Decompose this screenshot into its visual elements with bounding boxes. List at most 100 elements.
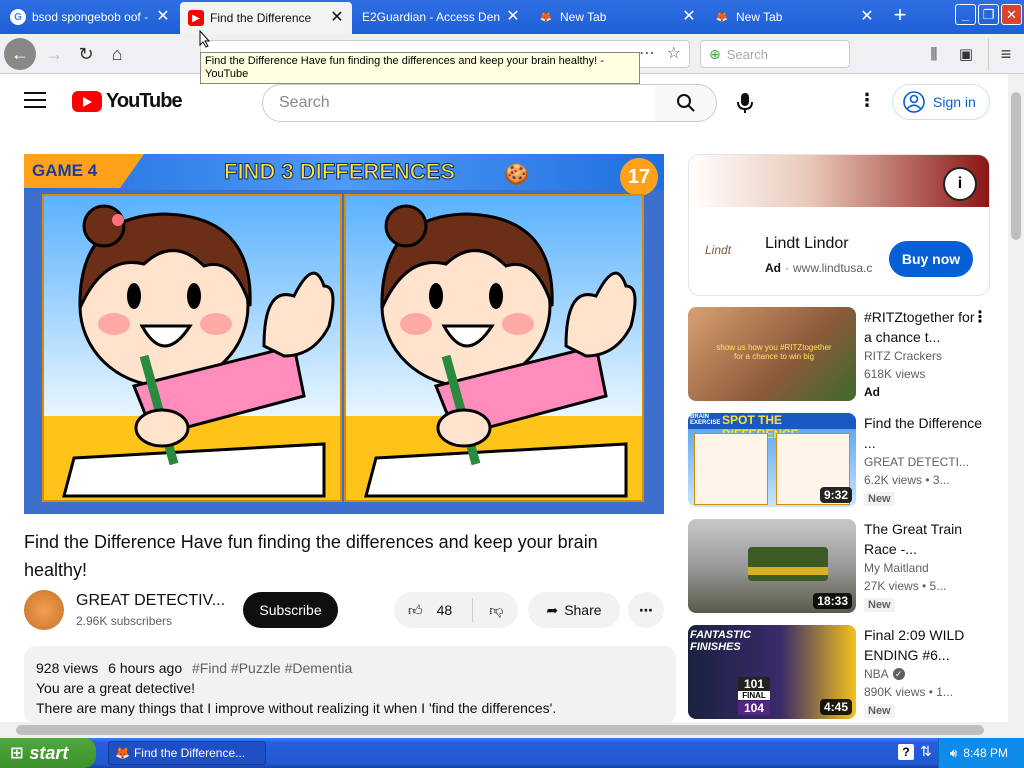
recommendation-item[interactable]: show us how you #RITZtogether for a chan… [688, 307, 1008, 403]
like-count[interactable]: 48 [437, 602, 453, 618]
home-icon[interactable]: ⌂ [101, 38, 133, 70]
upload-age: 6 hours ago [108, 660, 183, 676]
youtube-search-input[interactable]: Search [262, 84, 656, 122]
volume-icon[interactable]: 🔊︎ [950, 746, 958, 761]
search-icon [676, 94, 695, 112]
video-thumbnail[interactable]: show us how you #RITZtogether for a chan… [688, 307, 856, 401]
tab-new-tab-2[interactable]: 🦊 New Tab ✕ [706, 3, 882, 31]
puzzle-number-badge: 17 [620, 158, 658, 196]
recommendation-title[interactable]: Find the Difference ... [864, 413, 984, 453]
tab-title: New Tab [736, 10, 783, 24]
subscribe-button[interactable]: Subscribe [243, 592, 338, 628]
video-duration: 18:33 [813, 593, 852, 609]
lindt-logo: Lindt [705, 243, 732, 257]
horizontal-scrollbar[interactable] [0, 722, 1008, 738]
youtube-logo[interactable]: YouTube [72, 90, 183, 113]
close-window-button[interactable]: ✕ [1001, 4, 1022, 25]
forward-arrow-icon[interactable]: → [38, 38, 70, 70]
hashtags[interactable]: #Find #Puzzle #Dementia [192, 660, 352, 676]
sidebar-ad-card[interactable]: i Lindt Lindt Lindor Ad · www.lindtusa.c… [688, 154, 990, 296]
video-thumbnail[interactable]: 18:33 [688, 519, 856, 613]
girl-drawing-illustration [62, 204, 335, 498]
thumbs-up-icon[interactable]: 👍︎ [408, 602, 423, 619]
back-arrow-icon[interactable]: ← [4, 38, 36, 70]
channel-avatar[interactable] [24, 590, 64, 630]
close-tab-icon[interactable]: ✕ [860, 9, 874, 25]
mouse-cursor-icon [199, 30, 211, 48]
taskbar-window-button[interactable]: 🦊 Find the Difference... [108, 741, 266, 765]
video-player[interactable]: GAME 4 FIND 3 DIFFERENCES 🍪 17 [24, 154, 664, 514]
search-placeholder: Search [726, 46, 768, 62]
view-count: 928 views [36, 660, 99, 676]
recommendation-item[interactable]: 18:33 The Great Train Race -... My Maitl… [688, 519, 1008, 615]
new-badge: New [864, 492, 895, 506]
recommendation-title[interactable]: The Great Train Race -... [864, 519, 984, 559]
ad-brand: Lindt Lindor [765, 235, 849, 252]
video-duration: 4:45 [819, 699, 852, 715]
google-g-icon: G [10, 9, 26, 25]
more-options-icon[interactable]: ⋮ [858, 90, 876, 111]
menu-hamburger-icon[interactable]: ≡ [990, 38, 1022, 70]
guide-menu-icon[interactable] [24, 92, 46, 108]
description-box[interactable]: 928 views 6 hours ago #Find #Puzzle #Dem… [24, 646, 676, 724]
share-arrow-icon: ➦ [546, 601, 559, 618]
video-thumbnail[interactable]: BRAIN EXERCISE SPOT THE DIFFERENCE 9:32 [688, 413, 856, 507]
reload-icon[interactable]: ↻ [70, 38, 102, 70]
start-button[interactable]: ⊞ start [0, 738, 96, 768]
scrollbar-thumb[interactable] [16, 725, 984, 735]
recommendation-item[interactable]: BRAIN EXERCISE SPOT THE DIFFERENCE 9:32 … [688, 413, 1008, 509]
recommendation-title[interactable]: #RITZtogether for a chance t... [864, 307, 984, 347]
recommendation-channel: My Maitland [864, 561, 929, 575]
tab-google-search[interactable]: G bsod spongebob oof - G ✕ [2, 3, 178, 31]
recommendation-item[interactable]: FANTASTIC FINISHES 101 FINAL 104 4:45 Fi… [688, 625, 1008, 721]
channel-name[interactable]: GREAT DETECTIV... [76, 592, 226, 610]
minimize-window-button[interactable]: _ [955, 4, 976, 25]
firefox-icon: 🦊 [115, 746, 130, 760]
account-circle-icon [903, 91, 925, 113]
sign-in-label: Sign in [933, 94, 976, 110]
sign-in-button[interactable]: Sign in [892, 84, 990, 120]
clock[interactable]: 8:48 PM [963, 746, 1008, 760]
channel-row: GREAT DETECTIV... 2.96K subscribers Subs… [24, 590, 664, 634]
youtube-search-button[interactable] [655, 84, 717, 122]
firefox-icon: 🦊 [715, 11, 729, 23]
vertical-scrollbar[interactable] [1008, 74, 1024, 738]
restore-window-button[interactable]: ❐ [978, 4, 999, 25]
close-tab-icon[interactable]: ✕ [682, 9, 696, 25]
library-icon[interactable]: ⫼ [918, 38, 950, 70]
buy-now-button[interactable]: Buy now [889, 241, 973, 277]
youtube-play-logo-icon [72, 91, 102, 112]
recommendation-title[interactable]: Final 2:09 WILD ENDING #6... [864, 625, 984, 665]
tab-title: bsod spongebob oof - G [32, 10, 150, 24]
tab-e2guardian[interactable]: E2Guardian - Access Denied ✕ [354, 3, 528, 31]
tab-new-tab-1[interactable]: 🦊 New Tab ✕ [530, 3, 704, 31]
toolbar-divider [988, 38, 989, 70]
video-thumbnail[interactable]: FANTASTIC FINISHES 101 FINAL 104 4:45 [688, 625, 856, 719]
sidebar-toggle-icon[interactable]: ▣ [950, 38, 982, 70]
dot-separator: · [785, 261, 789, 275]
close-tab-icon[interactable]: ✕ [330, 10, 344, 26]
thumbs-down-icon[interactable]: 👎︎ [489, 602, 503, 619]
bookmark-star-icon[interactable]: ☆ [667, 43, 681, 63]
share-button[interactable]: ➦ Share [528, 592, 620, 628]
close-tab-icon[interactable]: ✕ [506, 9, 520, 25]
windows-flag-icon: ⊞ [10, 745, 24, 762]
new-badge: New [864, 598, 895, 612]
ad-badge: Ad [864, 385, 880, 399]
microphone-icon[interactable] [736, 92, 754, 119]
browser-search-field[interactable]: ⊕ Search [700, 40, 850, 68]
task-item-label: Find the Difference... [133, 746, 246, 760]
more-options-icon[interactable]: ⋮ [972, 307, 988, 327]
video-duration: 9:32 [819, 487, 852, 503]
more-actions-icon[interactable]: ⋯ [628, 592, 664, 628]
youtube-logo-text: YouTube [106, 90, 183, 112]
close-tab-icon[interactable]: ✕ [156, 9, 170, 25]
network-icon[interactable]: ⇅ [920, 743, 932, 760]
video-title: Find the Difference Have fun finding the… [24, 532, 598, 580]
page-actions-icon[interactable]: ⋯ [639, 43, 655, 63]
help-icon[interactable]: ? [898, 744, 914, 760]
info-icon[interactable]: i [943, 167, 977, 201]
scrollbar-thumb[interactable] [1011, 92, 1021, 240]
firefox-icon: 🦊 [539, 11, 553, 23]
new-tab-plus-icon[interactable]: + [888, 4, 912, 28]
